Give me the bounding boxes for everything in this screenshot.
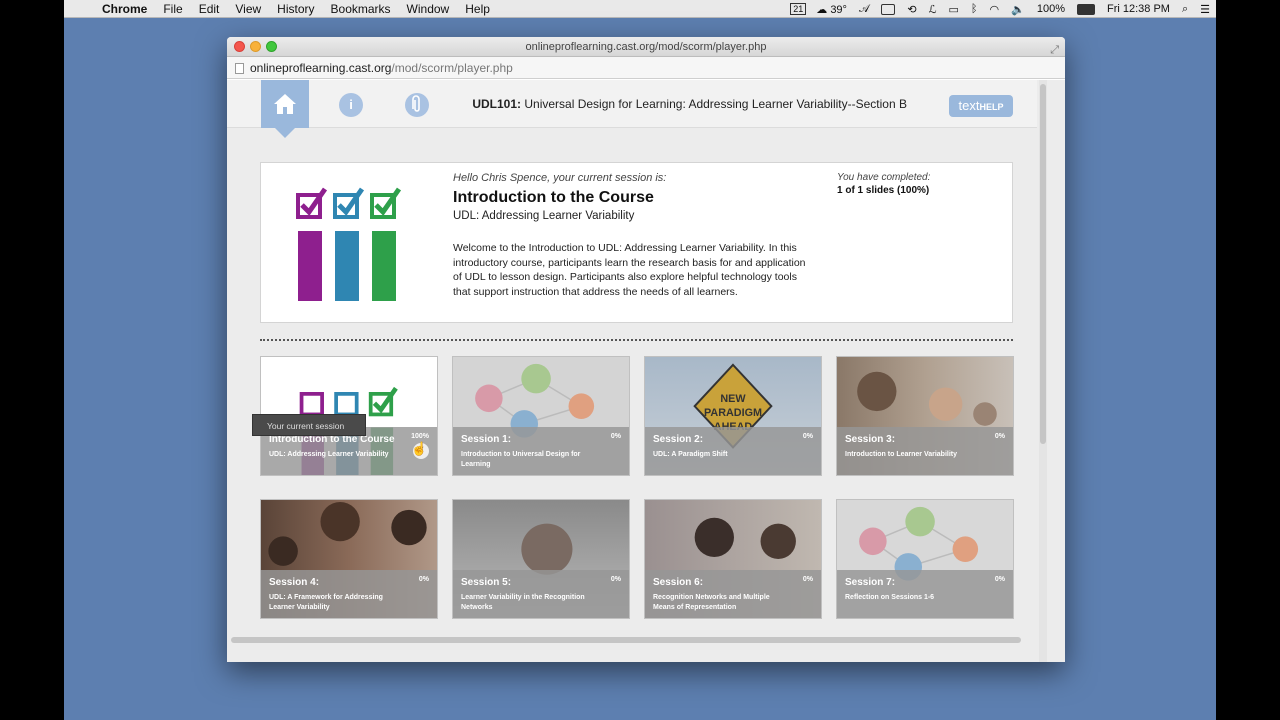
- zoom-icon[interactable]: [266, 41, 277, 52]
- menu-help[interactable]: Help: [457, 2, 498, 16]
- course-name: Universal Design for Learning: Addressin…: [524, 97, 907, 111]
- session-description: Welcome to the Introduction to UDL: Addr…: [453, 242, 806, 298]
- card-title: Session 1:: [461, 434, 512, 445]
- card-subtitle: UDL: A Framework for Addressing Learner …: [269, 594, 383, 611]
- card-progress: 0%: [802, 433, 813, 440]
- menu-view[interactable]: View: [227, 2, 269, 16]
- vertical-scroll-thumb[interactable]: [1040, 84, 1046, 444]
- card-progress: 0%: [994, 576, 1005, 583]
- session-card-4[interactable]: Session 4: UDL: A Framework for Addressi…: [260, 499, 438, 619]
- vertical-scrollbar[interactable]: [1039, 80, 1047, 662]
- browser-window: onlineproflearning.cast.org/mod/scorm/pl…: [227, 37, 1065, 662]
- window-controls: [234, 41, 277, 52]
- volume-icon[interactable]: 🔈: [1005, 3, 1031, 16]
- session-title: Introduction to the Course: [453, 189, 654, 206]
- session-card-1[interactable]: Session 1: Introduction to Universal Des…: [452, 356, 630, 476]
- status-tray: 21 ☁ 39° 𝒜 ⟲ ℒ ▭ ᛒ ◠ 🔈 100% Fri 12:38 PM…: [790, 0, 1216, 18]
- course-navbar: i UDL101: Universal Design for Learning:…: [227, 80, 1037, 138]
- home-icon: [274, 94, 296, 114]
- menu-bookmarks[interactable]: Bookmarks: [323, 2, 399, 16]
- notification-center-icon[interactable]: ☰: [1194, 3, 1216, 16]
- udl-checklist-logo: [296, 187, 402, 301]
- card-title: Session 5:: [461, 577, 512, 588]
- minimize-icon[interactable]: [250, 41, 261, 52]
- card-subtitle: Recognition Networks and Multiple Means …: [653, 594, 770, 611]
- greeting: Hello Chris Spence, your current session…: [453, 172, 667, 184]
- current-session-tooltip: Your current session: [252, 414, 366, 436]
- card-title: Session 4:: [269, 577, 320, 588]
- spotlight-icon[interactable]: ⌕: [1176, 3, 1194, 16]
- sign-text-new: NEW: [720, 393, 746, 405]
- scorm-player: i UDL101: Universal Design for Learning:…: [227, 80, 1065, 662]
- session-card-2[interactable]: NEW PARADIGM AHEAD Session 2: UDL: A Par…: [644, 356, 822, 476]
- completed-value: 1 of 1 slides (100%): [837, 185, 930, 196]
- texthelp-button[interactable]: textHELP: [949, 95, 1013, 117]
- battery-label[interactable]: 100%: [1031, 3, 1071, 15]
- menu-window[interactable]: Window: [399, 2, 458, 16]
- home-button[interactable]: [261, 80, 309, 138]
- menu-app-chrome[interactable]: Chrome: [94, 2, 155, 16]
- calendar-icon[interactable]: 21: [790, 3, 807, 15]
- sign-text-paradigm: PARADIGM: [704, 407, 762, 419]
- menu-history[interactable]: History: [269, 2, 322, 16]
- clock[interactable]: Fri 12:38 PM: [1101, 3, 1176, 15]
- lastpass-icon[interactable]: ℒ: [923, 3, 943, 16]
- card-subtitle: Learner Variability in the Recognition N…: [461, 594, 585, 611]
- session-card-7[interactable]: Session 7: Reflection on Sessions 1-6 0%: [836, 499, 1014, 619]
- session-card-6[interactable]: Session 6: Recognition Networks and Mult…: [644, 499, 822, 619]
- completed-label: You have completed:: [837, 172, 931, 183]
- url-path: /mod/scorm/player.php: [391, 61, 513, 75]
- current-session-panel: Hello Chris Spence, your current session…: [260, 162, 1013, 323]
- page-icon: [235, 63, 244, 74]
- wifi-icon[interactable]: ◠: [984, 3, 1006, 16]
- address-bar[interactable]: onlineproflearning.cast.org/mod/scorm/pl…: [227, 57, 1065, 79]
- card-progress: 0%: [610, 576, 621, 583]
- course-title: UDL101: Universal Design for Learning: A…: [472, 97, 907, 111]
- session-subtitle: UDL: Addressing Learner Variability: [453, 210, 635, 222]
- card-title: Session 2:: [653, 434, 704, 445]
- script-icon[interactable]: 𝒜: [853, 3, 875, 16]
- close-icon[interactable]: [234, 41, 245, 52]
- hand-cursor-icon: ☝: [411, 441, 428, 456]
- menu-file[interactable]: File: [155, 2, 190, 16]
- horizontal-scrollbar[interactable]: [227, 636, 1037, 644]
- card-subtitle: Introduction to Learner Variability: [845, 451, 958, 458]
- card-title: Session 3:: [845, 434, 896, 445]
- course-code: UDL101:: [472, 97, 522, 111]
- texthelp-help: HELP: [979, 102, 1004, 112]
- card-progress: 0%: [610, 433, 621, 440]
- card-progress: 0%: [418, 576, 429, 583]
- title-bar: onlineproflearning.cast.org/mod/scorm/pl…: [227, 37, 1065, 57]
- card-subtitle: UDL: Addressing Learner Variability: [269, 451, 389, 458]
- battery-icon[interactable]: [1071, 3, 1101, 15]
- card-subtitle: Reflection on Sessions 1-6: [845, 594, 935, 601]
- bluetooth-icon[interactable]: ᛒ: [965, 3, 984, 15]
- url-host: onlineproflearning.cast.org: [250, 61, 392, 75]
- paperclip-icon[interactable]: [405, 93, 429, 117]
- time-machine-icon[interactable]: ⟲: [901, 3, 922, 16]
- weather-temp: 39°: [830, 3, 847, 16]
- session-card-5[interactable]: Session 5: Learner Variability in the Re…: [452, 499, 630, 619]
- desktop: Chrome File Edit View History Bookmarks …: [64, 0, 1216, 720]
- window-title: onlineproflearning.cast.org/mod/scorm/pl…: [525, 41, 767, 53]
- session-card-3[interactable]: Session 3: Introduction to Learner Varia…: [836, 356, 1014, 476]
- weather-icon[interactable]: ☁ 39°: [810, 3, 853, 16]
- airplay-icon[interactable]: ▭: [943, 3, 965, 16]
- card-progress: 0%: [802, 576, 813, 583]
- fullscreen-icon[interactable]: ⤢: [1050, 40, 1059, 60]
- card-title: Session 7:: [845, 577, 896, 588]
- card-subtitle: UDL: A Paradigm Shift: [653, 451, 728, 458]
- divider: [260, 339, 1013, 341]
- info-icon[interactable]: i: [339, 93, 363, 117]
- texthelp-text: text: [958, 98, 980, 113]
- menu-edit[interactable]: Edit: [191, 2, 228, 16]
- card-title: Session 6:: [653, 577, 704, 588]
- card-progress: 100%: [411, 433, 429, 440]
- screen-record-icon[interactable]: [875, 3, 901, 15]
- card-subtitle: Introduction to Universal Design for Lea…: [461, 451, 581, 468]
- menu-bar: Chrome File Edit View History Bookmarks …: [64, 0, 1216, 18]
- card-progress: 0%: [994, 433, 1005, 440]
- horizontal-scroll-thumb[interactable]: [231, 637, 1021, 643]
